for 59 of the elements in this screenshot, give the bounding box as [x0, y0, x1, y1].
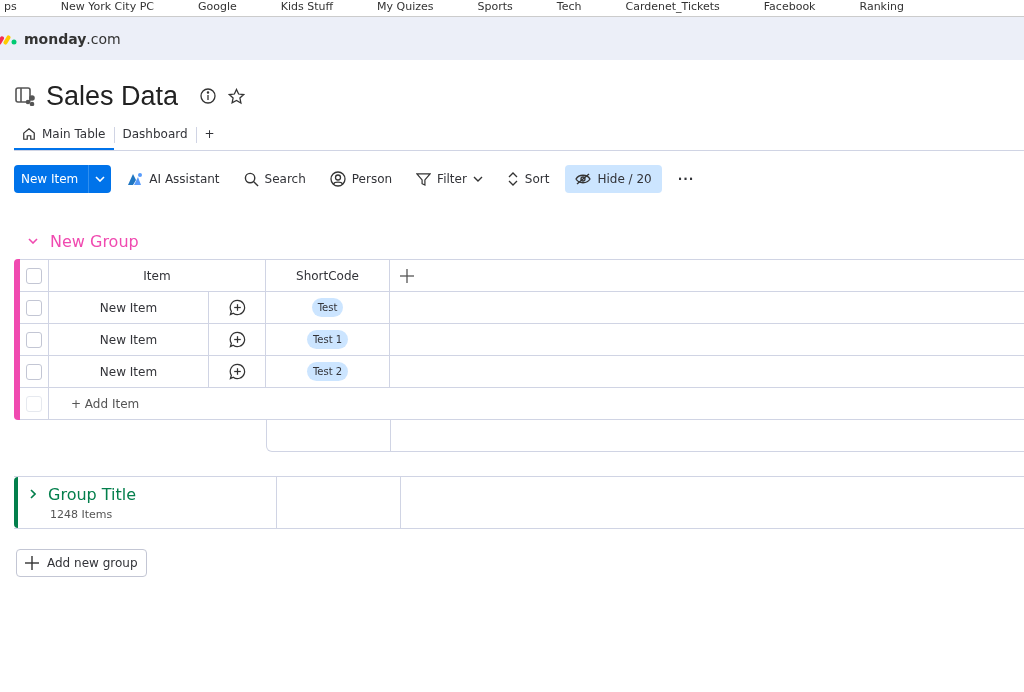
bookmark-link[interactable]: Google: [197, 0, 237, 16]
brand-name: monday.com: [24, 30, 121, 47]
item-name[interactable]: New Item: [49, 356, 209, 387]
select-all-checkbox[interactable]: [26, 267, 42, 284]
bookmark-link[interactable]: My Quizes: [377, 0, 434, 16]
bookmark-link[interactable]: Cardenet_Tickets: [625, 0, 720, 16]
add-column-icon[interactable]: [400, 268, 414, 283]
add-update-icon[interactable]: [228, 331, 246, 348]
plus-icon: [25, 556, 39, 570]
sort-icon: [506, 171, 519, 187]
home-icon: [22, 127, 36, 141]
view-tab[interactable]: Dashboard: [114, 120, 196, 150]
person-button[interactable]: Person: [321, 165, 401, 193]
bookmark-link[interactable]: Tech: [556, 0, 582, 16]
shortcode-tag: Test: [311, 298, 344, 317]
item-name[interactable]: New Item: [49, 292, 209, 323]
view-tab[interactable]: +: [196, 120, 223, 150]
add-update-icon[interactable]: [228, 299, 246, 316]
row-checkbox[interactable]: [26, 331, 42, 348]
collapse-chevron-icon[interactable]: [28, 238, 38, 244]
new-item-button[interactable]: New Item: [14, 165, 112, 193]
add-update-icon[interactable]: [228, 363, 246, 380]
add-item-link[interactable]: + Add Item: [49, 388, 140, 419]
item-name[interactable]: New Item: [49, 324, 209, 355]
item-count: 1248 Items: [50, 507, 114, 521]
add-group-button[interactable]: Add new group: [16, 549, 147, 577]
star-icon[interactable]: [228, 87, 246, 105]
bookmark-link[interactable]: Kids Stuff: [280, 0, 334, 16]
person-icon: [329, 171, 346, 187]
info-icon[interactable]: [200, 88, 217, 104]
caret-icon: [95, 176, 106, 182]
bookmark-link[interactable]: New York City PC: [60, 0, 154, 16]
bookmark-link[interactable]: Sports: [477, 0, 513, 16]
shortcode-tag: Test 2: [306, 362, 349, 381]
caret-icon: [472, 176, 483, 182]
bookmark-link[interactable]: Facebook: [763, 0, 816, 16]
filter-button[interactable]: Filter: [408, 165, 491, 193]
ai-button[interactable]: AI Assistant: [119, 165, 228, 193]
column-header: ShortCode: [266, 260, 390, 291]
board-title: Sales Data: [46, 80, 179, 112]
sort-button[interactable]: Sort: [498, 165, 558, 193]
hide-button[interactable]: Hide / 20: [565, 165, 662, 193]
bookmark-link[interactable]: ps: [4, 0, 17, 16]
column-header: Item: [49, 260, 266, 291]
bookmark-link[interactable]: Ranking: [859, 0, 904, 16]
logo-icon: [0, 32, 18, 45]
eye-slash-icon: [575, 173, 592, 185]
board-icon: [14, 86, 36, 106]
search-icon: [243, 171, 259, 187]
view-tab[interactable]: Main Table: [14, 120, 114, 150]
expand-chevron-icon[interactable]: [30, 489, 36, 499]
more-button[interactable]: ···: [669, 165, 703, 193]
row-checkbox[interactable]: [26, 363, 42, 380]
search-button[interactable]: Search: [235, 165, 314, 193]
group-title[interactable]: Group Title: [48, 484, 137, 504]
row-checkbox[interactable]: [26, 299, 42, 316]
filter-icon: [416, 171, 432, 187]
ai-icon: [127, 172, 144, 186]
shortcode-tag: Test 1: [306, 330, 349, 349]
